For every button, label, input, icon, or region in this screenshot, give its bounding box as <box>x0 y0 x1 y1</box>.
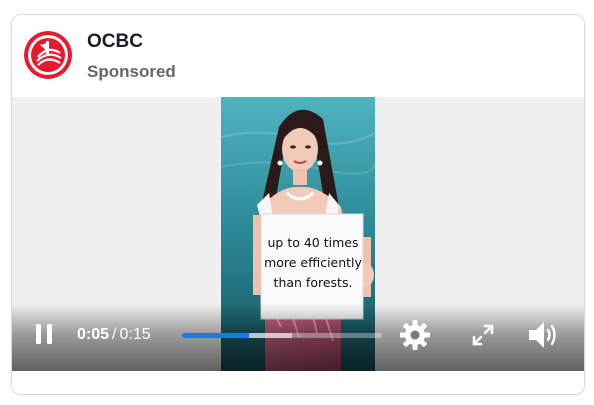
current-time: 0:05 <box>77 326 110 343</box>
ocbc-logo-avatar[interactable] <box>24 31 72 79</box>
sponsored-post-card: OCBC Sponsored up to 40 times more effic… <box>11 14 585 395</box>
sign-line-2: more efficiently <box>264 255 362 270</box>
gear-icon[interactable] <box>399 319 431 351</box>
sign-line-3: than forests. <box>274 275 353 290</box>
fullscreen-icon[interactable] <box>471 323 495 347</box>
post-header: OCBC Sponsored <box>12 15 584 97</box>
video-time-display: 0:05/0:15 <box>77 326 151 344</box>
played-fill <box>182 333 249 338</box>
advertiser-name[interactable]: OCBC <box>87 31 143 53</box>
pause-icon[interactable] <box>34 323 54 345</box>
volume-icon[interactable] <box>527 319 561 351</box>
video-controls-bar: 0:05/0:15 <box>12 303 584 371</box>
time-separator: / <box>112 326 117 343</box>
video-duration: 0:15 <box>119 326 151 343</box>
sponsored-label[interactable]: Sponsored <box>87 62 176 82</box>
video-progress-bar[interactable] <box>182 333 382 338</box>
sign-line-1: up to 40 times <box>268 235 359 250</box>
post-footer <box>12 371 584 394</box>
video-player[interactable]: up to 40 times more efficiently than for… <box>12 97 584 371</box>
